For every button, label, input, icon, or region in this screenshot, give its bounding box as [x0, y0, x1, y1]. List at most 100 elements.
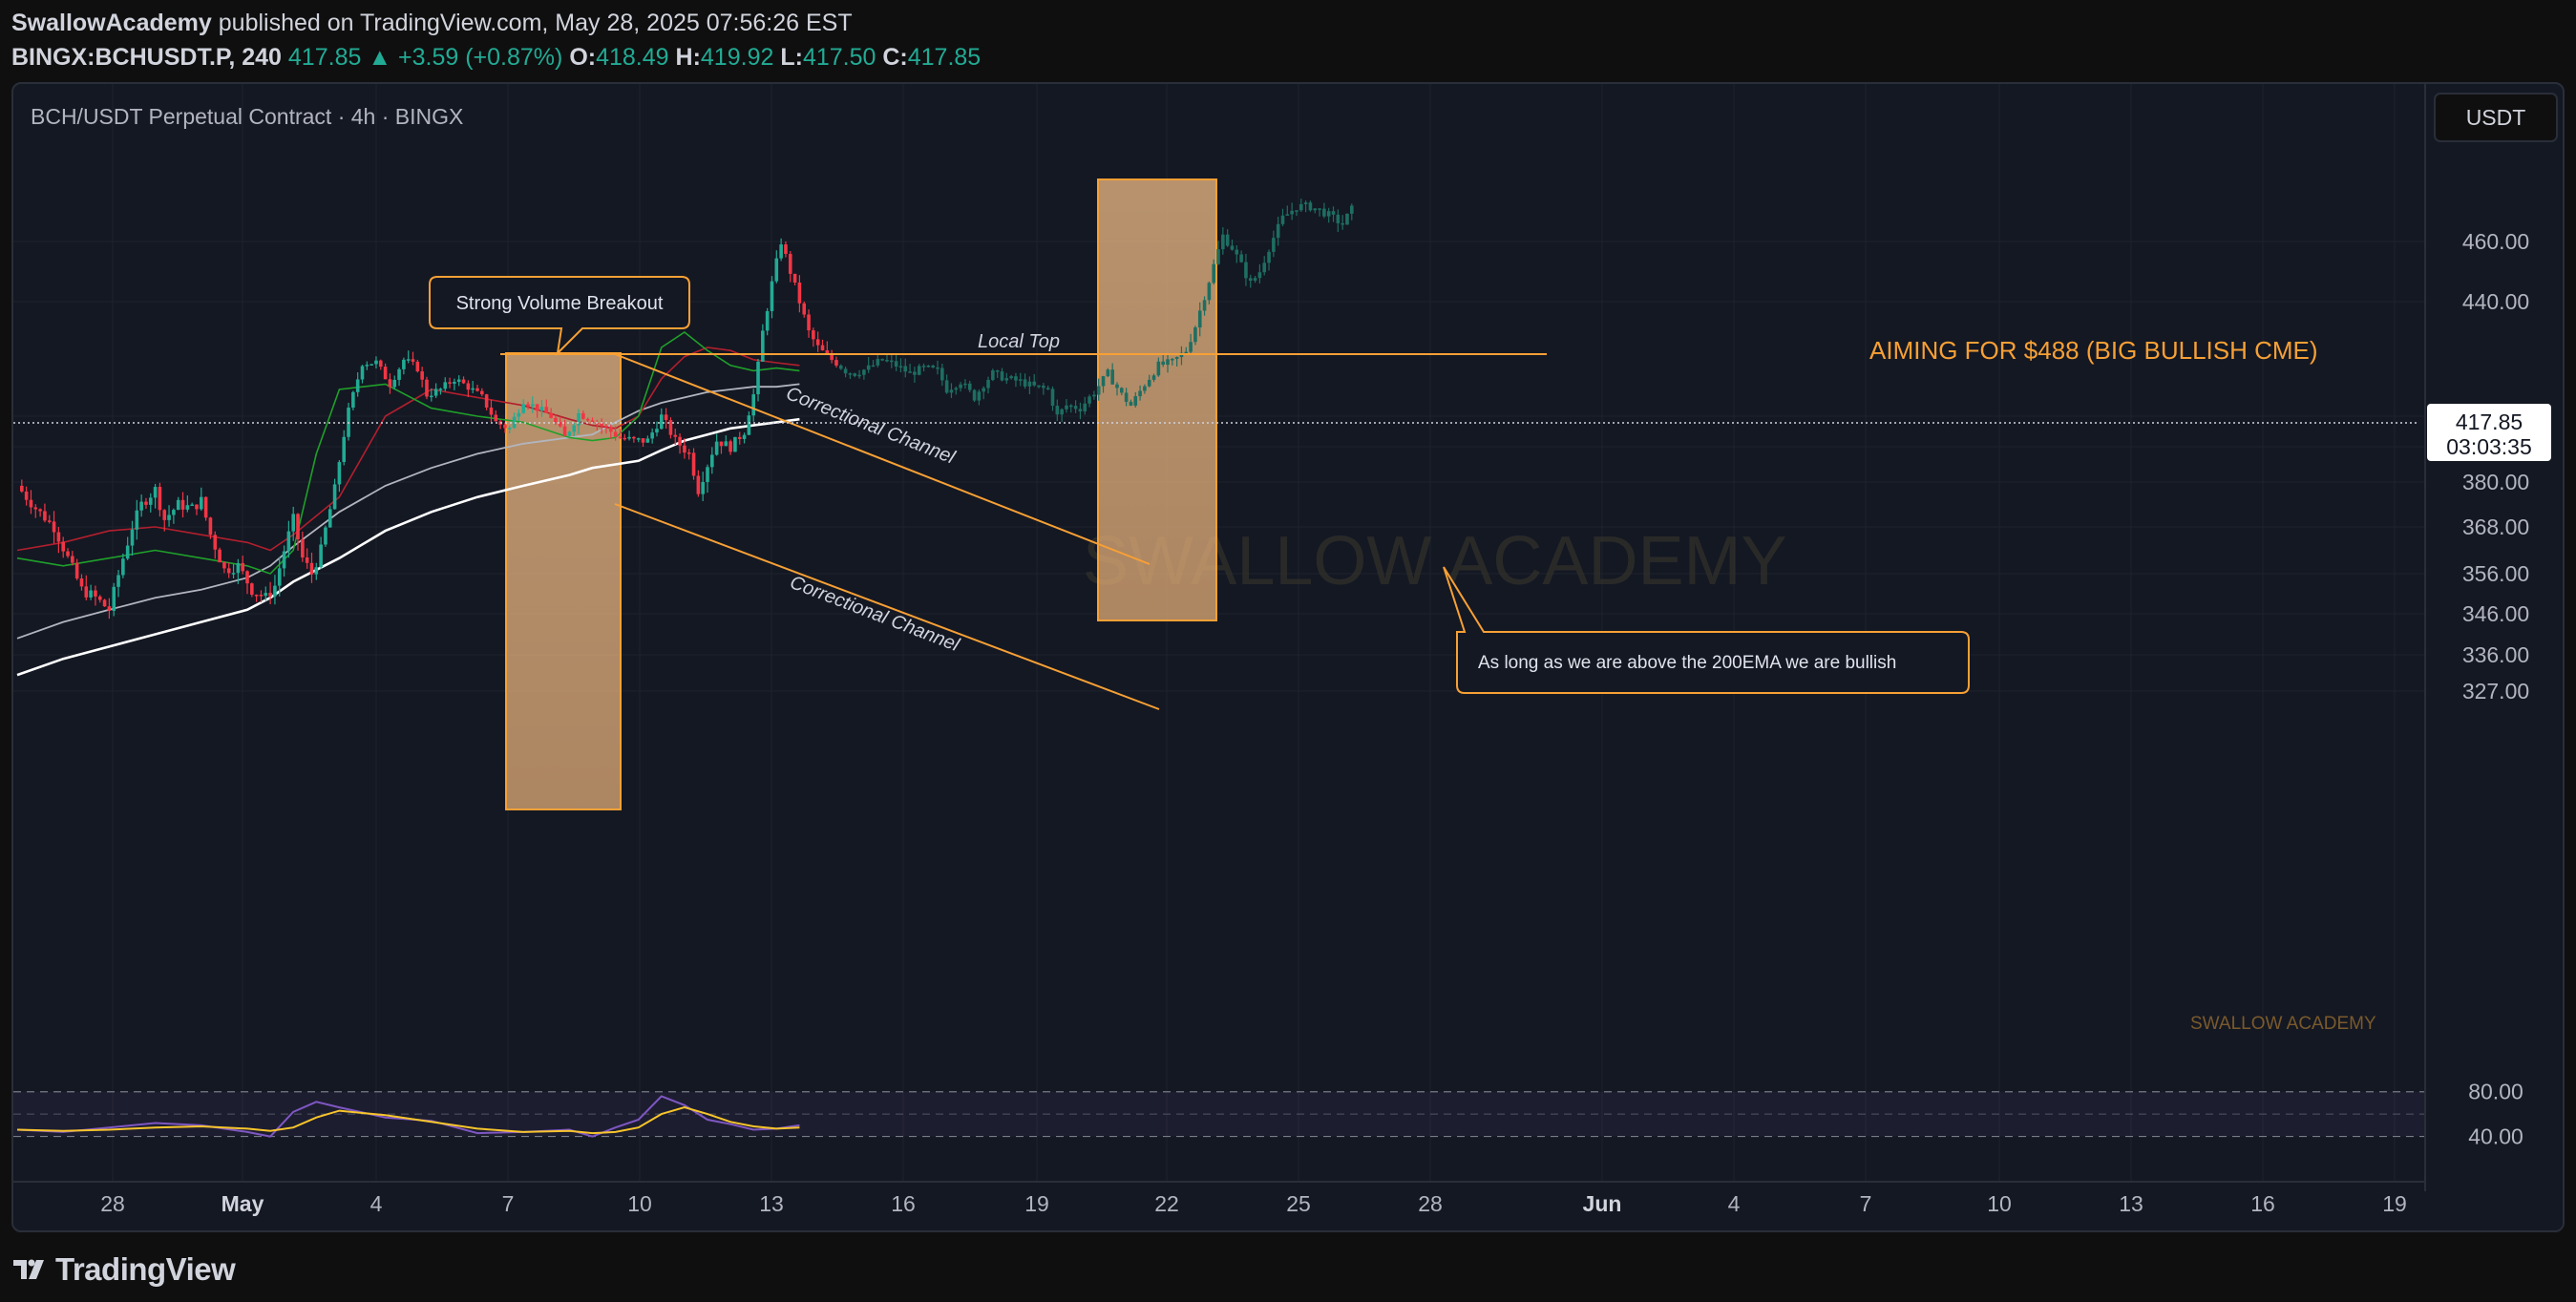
candle-body	[213, 535, 218, 550]
candle-body	[1166, 359, 1170, 366]
volume-breakout-callout[interactable]: Strong Volume Breakout	[429, 276, 690, 356]
candle-body	[1189, 342, 1193, 352]
candle-body	[673, 434, 678, 437]
candle-body	[190, 504, 194, 507]
candle-body	[660, 414, 664, 430]
candle-body	[521, 404, 525, 413]
candle-body	[1073, 406, 1078, 410]
candle-body	[686, 452, 691, 454]
candle-body	[89, 590, 93, 598]
volume-breakout-boxes	[505, 178, 1217, 810]
candle-body	[913, 371, 917, 375]
candle-body	[1000, 371, 1004, 381]
candle-body	[1235, 249, 1239, 255]
candle-body	[1050, 388, 1055, 407]
candle-body	[1092, 394, 1096, 397]
high-label: H:	[675, 44, 701, 71]
candle-body	[696, 475, 701, 494]
candle-body	[1151, 375, 1156, 380]
candle-body	[751, 394, 755, 416]
candle-body	[1009, 376, 1013, 379]
price-tick-label: 327.00	[2462, 679, 2529, 704]
candle-body	[1318, 208, 1321, 210]
price-axis[interactable]: 460.00440.00400.00390.00380.00368.00356.…	[2424, 84, 2529, 1191]
rsi-tick-label: 80.00	[2468, 1080, 2523, 1104]
candle-body	[1207, 283, 1212, 301]
candle-body	[1197, 310, 1202, 328]
candle-body	[678, 436, 682, 446]
candle-body	[1065, 405, 1068, 410]
candle-body	[802, 303, 807, 315]
candle-body	[1350, 205, 1354, 214]
volume-box-2	[1097, 178, 1217, 621]
candle-body	[425, 379, 429, 397]
candle-body	[1303, 202, 1308, 204]
low-label: L:	[780, 44, 803, 71]
candle-body	[1336, 214, 1341, 223]
candle-body	[144, 501, 148, 505]
candle-body	[1060, 409, 1064, 415]
candle-body	[121, 558, 125, 576]
candle-body	[908, 371, 912, 373]
candle-body	[355, 379, 360, 392]
candle-body	[784, 244, 788, 254]
tradingview-logo[interactable]: TradingView	[13, 1250, 236, 1289]
candle-body	[1290, 210, 1294, 215]
candle-body	[507, 428, 512, 430]
candle-body	[1308, 202, 1313, 211]
candle-body	[1045, 388, 1050, 389]
chart-title: BCH/USDT Perpetual Contract · 4h · BINGX	[31, 104, 463, 129]
candle-body	[774, 258, 779, 282]
candle-body	[954, 388, 959, 390]
time-tick-label: 25	[1286, 1191, 1311, 1216]
candle-body	[838, 365, 843, 369]
author-name[interactable]: SwallowAcademy	[11, 10, 212, 36]
candle-body	[420, 371, 424, 380]
time-tick-label: 7	[502, 1191, 515, 1216]
candle-body	[222, 562, 226, 569]
rsi-panel	[13, 1091, 2425, 1138]
tradingview-logo-icon	[13, 1259, 44, 1279]
candle-body	[728, 441, 732, 452]
candle-body	[370, 364, 373, 366]
chart-frame: SWALLOW ACADEMY Local Top Correctional C…	[11, 82, 2565, 1232]
candle-body	[337, 462, 342, 485]
ema200-line	[16, 417, 800, 677]
candle-body	[1244, 262, 1248, 279]
candle-body	[843, 368, 848, 374]
candle-body	[815, 339, 820, 346]
candle-body	[226, 568, 231, 574]
candle-body	[301, 538, 305, 557]
candle-body	[448, 382, 452, 384]
candle-body	[972, 389, 977, 401]
candle-body	[991, 370, 995, 381]
candle-body	[374, 360, 378, 365]
candle-body	[572, 425, 577, 432]
local-top-label: Local Top	[978, 331, 1060, 352]
candle-body	[779, 244, 783, 259]
candle-body	[1313, 208, 1318, 211]
candle-body	[200, 496, 203, 510]
time-axis[interactable]: 28 May 4 7 10 13 16 19 22 25 28 Jun 4 7 10 13 16 19	[100, 1191, 2407, 1216]
candle-body	[921, 366, 926, 368]
candle-body	[604, 425, 608, 428]
candle-body	[277, 568, 282, 586]
currency-button[interactable]: USDT	[2434, 93, 2558, 142]
candle-body	[332, 484, 337, 510]
candle-body	[475, 388, 479, 391]
chart-canvas[interactable]: SWALLOW ACADEMY Local Top Correctional C…	[13, 84, 2563, 1230]
candle-body	[79, 578, 84, 587]
candle-body	[456, 379, 461, 382]
candle-body	[107, 606, 112, 611]
candle-body	[153, 487, 158, 498]
candle-body	[327, 509, 332, 528]
candle-body	[724, 441, 728, 447]
candle-body	[139, 501, 143, 511]
forecast-candles	[838, 199, 1354, 423]
candle-body	[360, 366, 365, 380]
candle-body	[97, 596, 102, 600]
candle-body	[797, 282, 802, 304]
candle-body	[706, 467, 709, 482]
candle-body	[231, 573, 236, 575]
published-text: published on TradingView.com, May 28, 20…	[218, 10, 853, 36]
